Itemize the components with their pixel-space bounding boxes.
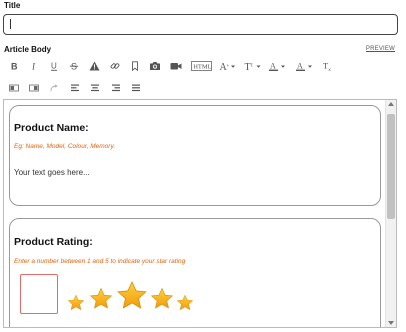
link-icon[interactable] [110, 58, 120, 74]
product-rating-heading: Product Rating: [14, 236, 93, 248]
star-icon [89, 287, 113, 309]
bold-icon[interactable]: B [9, 58, 19, 74]
align-right-icon[interactable] [111, 80, 121, 96]
strikethrough-icon[interactable]: S [69, 58, 79, 74]
scrollbar-thumb[interactable] [387, 114, 395, 219]
star-icon [150, 287, 174, 309]
svg-text:I: I [31, 62, 36, 72]
article-body-editor[interactable]: Product Name: Eg: Name, Model, Colour, M… [3, 99, 397, 328]
text-cursor [10, 19, 11, 29]
rating-input-box[interactable] [20, 274, 58, 314]
svg-text:I: I [251, 64, 253, 69]
redo-icon[interactable] [49, 80, 59, 96]
scroll-down-arrow-icon[interactable] [388, 321, 394, 325]
product-name-body-text[interactable]: Your text goes here... [14, 168, 90, 177]
underline-icon[interactable]: U [49, 58, 59, 74]
product-rating-section[interactable]: Product Rating: Enter a number between 1… [9, 218, 381, 327]
svg-text:A: A [297, 62, 303, 71]
scroll-up-arrow-icon[interactable] [388, 102, 394, 106]
title-label: Title [4, 1, 21, 10]
italic-icon[interactable]: I [29, 58, 39, 74]
svg-text:x: x [329, 67, 332, 71]
indent-icon[interactable] [9, 80, 19, 96]
preview-link[interactable]: PREVIEW [366, 46, 395, 52]
warning-icon[interactable] [89, 58, 100, 74]
align-center-icon[interactable] [90, 80, 100, 96]
bookmark-icon[interactable] [130, 58, 140, 74]
outdent-icon[interactable] [29, 80, 39, 96]
star-icon [176, 294, 194, 311]
font-color-icon[interactable]: A [268, 58, 286, 74]
article-body-label: Article Body [4, 45, 52, 54]
font-size-icon[interactable]: A + [219, 58, 236, 74]
star-icon [67, 294, 85, 311]
product-rating-hint: Enter a number between 1 and 5 to indica… [14, 258, 186, 265]
align-left-icon[interactable] [70, 80, 80, 96]
editor-scrollbar[interactable] [385, 100, 396, 327]
text-type-icon[interactable]: TI [244, 58, 262, 74]
svg-text:+: + [227, 63, 230, 68]
svg-text:A: A [270, 62, 276, 71]
svg-text:B: B [11, 62, 18, 72]
highlight-color-icon[interactable]: A [295, 58, 313, 74]
product-name-hint: Eg: Name, Model, Colour, Memory. [14, 143, 116, 150]
align-justify-icon[interactable] [131, 80, 141, 96]
svg-text:U: U [51, 62, 57, 71]
product-name-section[interactable]: Product Name: Eg: Name, Model, Colour, M… [9, 105, 381, 206]
clear-format-icon[interactable]: Tx [322, 58, 333, 74]
svg-text:T: T [245, 62, 251, 71]
video-icon[interactable] [170, 58, 182, 74]
title-input[interactable] [3, 14, 398, 35]
star-icon [117, 281, 147, 309]
html-icon[interactable]: HTML [191, 58, 212, 74]
svg-text:HTML: HTML [193, 63, 211, 70]
product-name-heading: Product Name: [14, 122, 89, 134]
camera-icon[interactable] [149, 58, 161, 74]
